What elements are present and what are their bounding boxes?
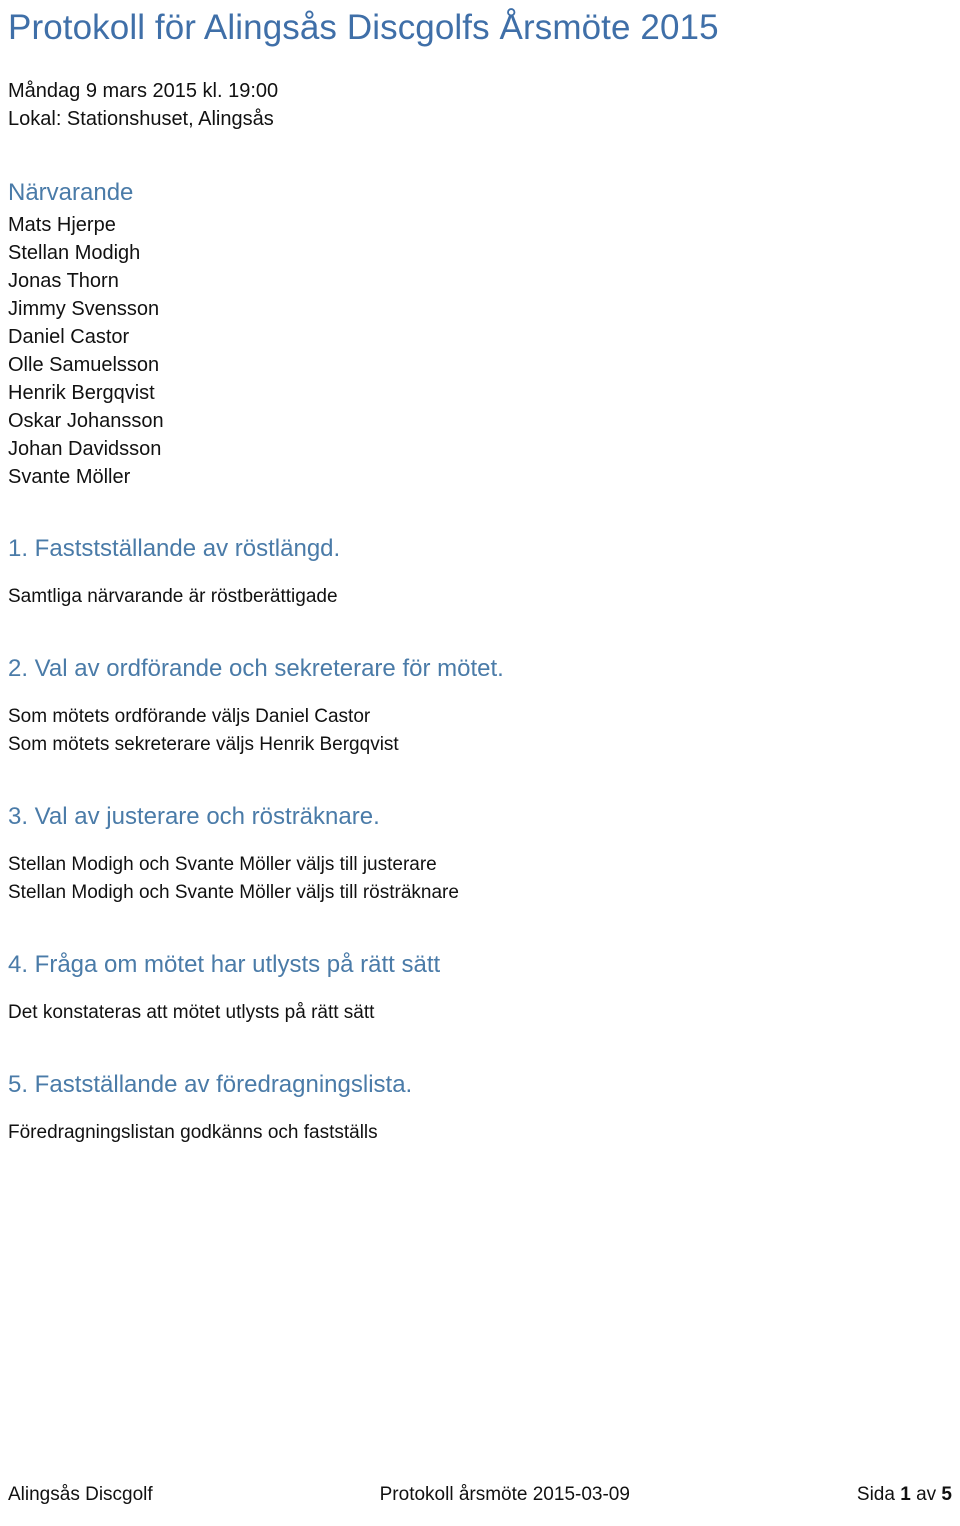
section-line: Stellan Modigh och Svante Möller väljs t… [8,882,459,904]
list-item: Svante Möller [8,466,131,489]
footer-page-middle: av [910,1484,942,1505]
section-heading: 5. Fastställande av föredragningslista. [8,1071,413,1099]
list-item: Mats Hjerpe [8,214,116,237]
section-heading: 3. Val av justerare och rösträknare. [8,803,380,831]
section-body: Stellan Modigh och Svante Möller väljs t… [8,851,952,907]
list-item: Olle Samuelsson [8,354,160,377]
section-line: Som mötets ordförande väljs Daniel Casto… [8,706,371,728]
page-footer: Alingsås Discgolf Protokoll årsmöte 2015… [0,1482,960,1508]
attendees-heading: Närvarande [8,179,134,207]
attendees-list: Mats Hjerpe Stellan Modigh Jonas Thorn J… [8,211,952,491]
section-body: Som mötets ordförande väljs Daniel Casto… [8,703,952,759]
section-body: Samtliga närvarande är röstberättigade [8,583,952,611]
footer-page-prefix: Sida [856,1484,901,1505]
document-page: Protokoll för Alingsås Discgolfs Årsmöte… [0,0,960,1526]
meeting-meta: Måndag 9 mars 2015 kl. 19:00 Lokal: Stat… [8,77,952,133]
footer-organization: Alingsås Discgolf [8,1484,153,1505]
list-item: Jonas Thorn [8,270,119,293]
footer-current-page: 1 [900,1484,911,1505]
meeting-location: Lokal: Stationshuset, Alingsås [8,108,274,131]
list-item: Jimmy Svensson [8,298,160,321]
section-body: Det konstateras att mötet utlysts på rät… [8,999,952,1027]
agenda-section-1: 1. Faststställande av röstlängd. Samtlig… [8,533,952,611]
section-body: Föredragningslistan godkänns och faststä… [8,1119,952,1147]
list-item: Henrik Bergqvist [8,382,155,405]
section-heading: 4. Fråga om mötet har utlysts på rätt sä… [8,951,441,979]
meeting-datetime: Måndag 9 mars 2015 kl. 19:00 [8,80,279,103]
agenda-section-4: 4. Fråga om mötet har utlysts på rätt sä… [8,949,952,1027]
footer-page-number: Sida 1 av 5 [857,1482,952,1508]
section-line: Det konstateras att mötet utlysts på rät… [8,1002,375,1024]
page-title: Protokoll för Alingsås Discgolfs Årsmöte… [8,8,719,47]
section-line: Föredragningslistan godkänns och faststä… [8,1122,378,1144]
section-heading: 2. Val av ordförande och sekreterare för… [8,655,504,683]
footer-total-pages: 5 [941,1484,952,1505]
agenda-section-3: 3. Val av justerare och rösträknare. Ste… [8,801,952,907]
section-line: Stellan Modigh och Svante Möller väljs t… [8,854,437,876]
agenda-section-5: 5. Fastställande av föredragningslista. … [8,1069,952,1147]
section-heading: 1. Faststställande av röstlängd. [8,535,341,563]
section-line: Samtliga närvarande är röstberättigade [8,586,338,608]
list-item: Johan Davidsson [8,438,162,461]
attendees-section: Närvarande Mats Hjerpe Stellan Modigh Jo… [8,177,952,491]
section-line: Som mötets sekreterare väljs Henrik Berg… [8,734,399,756]
agenda-section-2: 2. Val av ordförande och sekreterare för… [8,653,952,759]
footer-document-label: Protokoll årsmöte 2015-03-09 [379,1484,630,1505]
list-item: Oskar Johansson [8,410,164,433]
list-item: Daniel Castor [8,326,130,349]
list-item: Stellan Modigh [8,242,141,265]
